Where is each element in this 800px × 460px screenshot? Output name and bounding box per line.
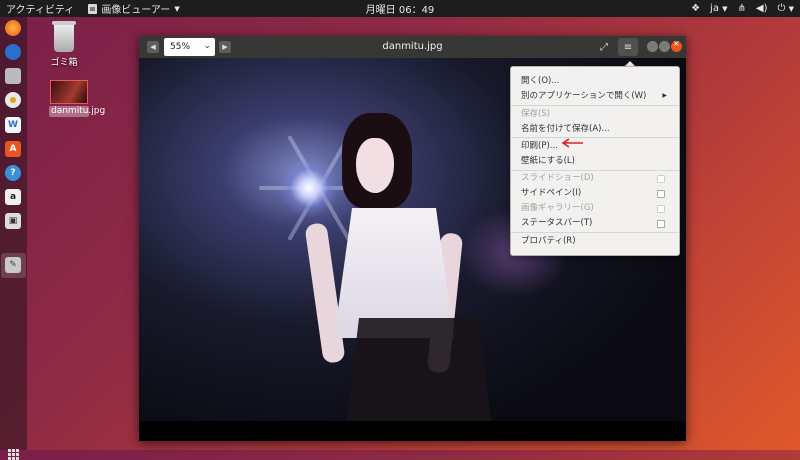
power-icon[interactable]: ⏻ ▼ — [778, 3, 794, 14]
menu-item-label: 壁紙にする(L) — [521, 156, 575, 166]
photo-subject — [304, 113, 514, 441]
app-menu-label: 画像ビューアー — [101, 5, 171, 16]
rhythmbox-icon[interactable] — [5, 92, 21, 108]
menu-item-label: 保存(S) — [521, 109, 551, 119]
image-thumbnail-icon — [50, 80, 88, 104]
file-label: danmitu.jpg — [49, 106, 106, 117]
menu-item-side-pane[interactable]: サイドペイン(I) — [521, 186, 669, 200]
maximize-button[interactable] — [659, 41, 670, 52]
menu-item-label: ステータスバー(T) — [521, 218, 593, 228]
thunderbird-icon[interactable] — [5, 44, 21, 60]
input-method-indicator[interactable]: ja ▼ — [710, 3, 727, 14]
dock: W A ? a ▣ ✎ — [0, 17, 27, 460]
menu-item-image-gallery: 画像ギャラリー(G) — [521, 201, 669, 215]
menu-item-open[interactable]: 開く(O)... — [521, 74, 669, 88]
menu-item-set-wallpaper[interactable]: 壁紙にする(L) — [521, 154, 669, 168]
menu-item-save: 保存(S) — [521, 107, 669, 121]
chevron-down-icon: ▼ — [722, 5, 728, 13]
close-button[interactable]: × — [671, 39, 682, 52]
minimize-button[interactable] — [647, 41, 658, 52]
close-icon: × — [673, 39, 680, 48]
top-bar: アクティビティ 画像ビューアー ▼ 月曜日 06：49 ❖ ja ▼ ⋔ ◀) … — [0, 0, 800, 17]
writer-icon[interactable]: W — [5, 117, 21, 133]
menu-separator — [511, 137, 679, 138]
menu-item-print[interactable]: 印刷(P)... — [521, 139, 669, 153]
fullscreen-icon: ⤢ — [600, 41, 608, 53]
menu-item-properties[interactable]: プロパティ(R) — [521, 234, 669, 248]
chevron-down-icon: ▼ — [174, 4, 180, 13]
software-center-icon[interactable]: A — [5, 141, 21, 157]
volume-icon[interactable]: ◀) — [756, 3, 768, 14]
menu-item-label: スライドショー(D) — [521, 173, 594, 183]
next-image-button[interactable]: ▶ — [219, 41, 231, 53]
header-bar: ◀ 55% ⌄ ▶ danmitu.jpg ⤢ ≡ × — [139, 36, 686, 58]
desktop-file[interactable]: danmitu.jpg — [49, 80, 106, 117]
desktop-trash[interactable]: ゴミ箱 — [48, 21, 80, 68]
app-menu[interactable]: 画像ビューアー ▼ — [88, 1, 180, 16]
menu-item-label: 印刷(P)... — [521, 141, 558, 151]
hamburger-menu-button[interactable]: ≡ — [618, 38, 638, 56]
menu-item-label: 別のアプリケーションで開く(W) — [521, 91, 647, 101]
menu-item-label: 画像ギャラリー(G) — [521, 203, 594, 213]
image-bottom-bar — [139, 421, 686, 441]
subject-arm — [304, 222, 346, 364]
fullscreen-button[interactable]: ⤢ — [594, 38, 614, 56]
menu-item-save-as[interactable]: 名前を付けて保存(A)... — [521, 122, 669, 136]
menu-item-label: サイドペイン(I) — [521, 188, 582, 198]
files-icon[interactable] — [5, 68, 21, 84]
subject-face — [356, 138, 394, 193]
menu-separator — [511, 232, 679, 233]
chevron-right-icon: ▶ — [222, 43, 228, 51]
chevron-down-icon: ▼ — [788, 5, 794, 13]
help-icon[interactable]: ? — [5, 165, 21, 181]
menu-item-open-with[interactable]: 別のアプリケーションで開く(W) ▶ — [521, 89, 669, 103]
image-viewer-dock-icon[interactable]: ✎ — [5, 257, 21, 273]
trash-icon — [52, 21, 76, 52]
camera-icon[interactable]: ▣ — [5, 213, 21, 229]
image-viewer-icon — [88, 3, 98, 14]
checkbox-icon — [657, 190, 665, 198]
checkbox-icon — [657, 220, 665, 228]
submenu-arrow-icon: ▶ — [662, 92, 667, 99]
zoom-value: 55% — [170, 42, 191, 52]
system-tray: ❖ ja ▼ ⋔ ◀) ⏻ ▼ — [691, 0, 794, 17]
checkbox-icon — [657, 205, 665, 213]
hamburger-menu-popover: 開く(O)... 別のアプリケーションで開く(W) ▶ 保存(S) 名前を付けて保… — [510, 66, 680, 256]
menu-item-label: 開く(O)... — [521, 76, 560, 86]
previous-image-button[interactable]: ◀ — [147, 41, 159, 53]
chevron-down-icon: ⌄ — [203, 41, 211, 51]
network-icon[interactable]: ⋔ — [738, 3, 746, 14]
checkbox-icon — [657, 175, 665, 183]
menu-item-label: プロパティ(R) — [521, 236, 576, 246]
menu-item-statusbar[interactable]: ステータスバー(T) — [521, 216, 669, 230]
activities-button[interactable]: アクティビティ — [6, 1, 74, 16]
menu-item-slideshow: スライドショー(D) — [521, 171, 669, 185]
zoom-combo[interactable]: 55% ⌄ — [164, 38, 215, 56]
input-method-label: ja — [710, 3, 719, 14]
firefox-icon[interactable] — [5, 20, 21, 36]
hamburger-icon: ≡ — [623, 41, 633, 53]
menu-separator — [511, 105, 679, 106]
chevron-left-icon: ◀ — [150, 43, 156, 51]
amazon-icon[interactable]: a — [5, 189, 21, 205]
annotation-arrow-icon — [561, 138, 583, 148]
show-applications-icon[interactable] — [8, 449, 19, 460]
dropbox-icon[interactable]: ❖ — [691, 3, 700, 14]
trash-label: ゴミ箱 — [50, 58, 78, 68]
menu-item-label: 名前を付けて保存(A)... — [521, 124, 610, 134]
